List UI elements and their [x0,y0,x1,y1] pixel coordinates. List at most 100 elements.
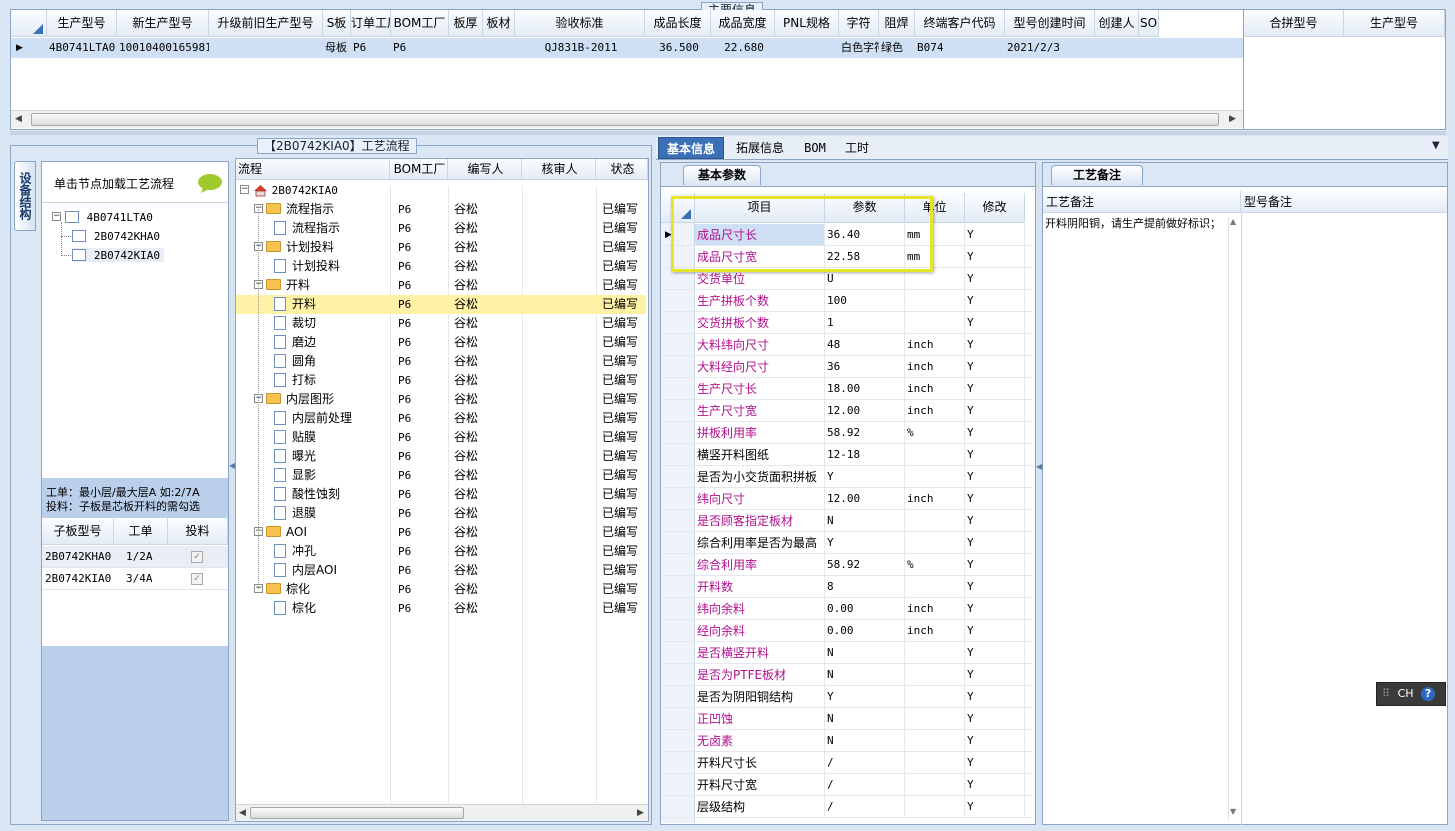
flow-tree-row[interactable]: 退膜 P6 谷松 已编写 [236,504,646,523]
flow-tree-row[interactable]: 打标 P6 谷松 已编写 [236,371,646,390]
flow-tree-row[interactable]: − 流程指示 P6 谷松 已编写 [236,200,646,219]
param-row[interactable]: 交货单位 U Y [661,268,1033,290]
main-cell[interactable]: 绿色 [879,38,915,58]
basic-params-tab[interactable]: 基本参数 [683,165,761,185]
flow-tree-row[interactable]: 内层前处理 P6 谷松 已编写 [236,409,646,428]
param-value[interactable]: 12-18 [825,444,905,465]
flow-hscrollbar[interactable]: ◀ ▶ [236,804,648,821]
sub-board-row[interactable]: 2B0742KHA0 1/2A ✓ [42,546,228,568]
main-cell[interactable]: QJ831B-2011 [515,38,645,58]
scroll-up-icon[interactable]: ▲ [1230,217,1236,226]
param-value[interactable]: N [825,642,905,663]
param-value[interactable]: 1 [825,312,905,333]
param-value[interactable]: 48 [825,334,905,355]
tab-bom[interactable]: BOM [796,137,834,159]
scroll-left-icon[interactable]: ◀ [15,114,22,124]
side-tab-device[interactable]: 设备结构 [14,161,36,231]
flow-tree-row[interactable]: 流程指示 P6 谷松 已编写 [236,219,646,238]
param-value[interactable]: / [825,752,905,773]
main-cell[interactable]: 10010400165981 [117,38,209,58]
param-value[interactable]: N [825,708,905,729]
param-value[interactable]: N [825,664,905,685]
param-row[interactable]: 正凹蚀 N Y [661,708,1033,730]
flow-tree-row[interactable]: 曝光 P6 谷松 已编写 [236,447,646,466]
param-value[interactable]: N [825,730,905,751]
param-row[interactable]: 交货拼板个数 1 Y [661,312,1033,334]
param-value[interactable]: Y [825,532,905,553]
param-row[interactable]: 开料数 8 Y [661,576,1033,598]
remark-vscrollbar[interactable]: ▲ ▼ [1228,217,1240,821]
h-splitter[interactable] [10,131,1446,135]
param-row[interactable]: 纬向尺寸 12.00 inch Y [661,488,1033,510]
main-cell[interactable] [1095,38,1139,58]
param-value[interactable]: Y [825,686,905,707]
param-row[interactable]: 综合利用率 58.92% Y [661,554,1033,576]
main-cell[interactable]: 22.680 [711,38,775,58]
param-row[interactable]: 经向余料 0.00 inch Y [661,620,1033,642]
feed-checkbox[interactable]: ✓ [191,551,203,563]
flow-tree-row[interactable]: 酸性蚀刻 P6 谷松 已编写 [236,485,646,504]
drag-handle-icon[interactable]: ⠿ [1382,687,1390,700]
param-value[interactable]: N [825,510,905,531]
main-cell[interactable] [209,38,323,58]
flow-tree-row[interactable]: 显影 P6 谷松 已编写 [236,466,646,485]
main-cell[interactable]: 白色字符 [839,38,879,58]
param-row[interactable]: 开料尺寸长 / Y [661,752,1033,774]
param-row[interactable]: 生产拼板个数 100 Y [661,290,1033,312]
main-cell[interactable]: 2021/2/3 [1005,38,1095,58]
param-row[interactable]: 成品尺寸长 36.40 mm Y [661,224,1033,246]
help-icon[interactable]: ? [1421,687,1436,701]
scroll-right-icon[interactable]: ▶ [637,808,644,818]
param-value[interactable]: 22.58 [825,246,905,267]
param-value[interactable]: 58.92 [825,422,905,443]
collapse-icon[interactable]: − [52,212,61,221]
main-cell[interactable] [483,38,515,58]
main-cell[interactable] [1139,38,1159,58]
flow-tree-row[interactable]: 磨边 P6 谷松 已编写 [236,333,646,352]
param-row[interactable]: 生产尺寸长 18.00 inch Y [661,378,1033,400]
param-value[interactable]: 18.00 [825,378,905,399]
scroll-right-icon[interactable]: ▶ [1229,114,1236,124]
param-row[interactable]: 综合利用率是否为最高 Y Y [661,532,1033,554]
param-value[interactable]: / [825,774,905,795]
main-cell[interactable]: B074 [915,38,1005,58]
flow-tree-row[interactable]: 圆角 P6 谷松 已编写 [236,352,646,371]
main-cell[interactable]: P6 [391,38,449,58]
flow-root[interactable]: − 2B0742KIA0 [236,181,646,200]
flow-tree-row[interactable]: 裁切 P6 谷松 已编写 [236,314,646,333]
scroll-left-icon[interactable]: ◀ [239,808,246,818]
model-tree-root[interactable]: − 4B0741LTA0 [52,210,153,224]
param-row[interactable]: 大料纬向尺寸 48 inch Y [661,334,1033,356]
flow-tree-row[interactable]: 棕化 P6 谷松 已编写 [236,599,646,618]
ime-toolbar[interactable]: ⠿ CH ? [1376,682,1446,706]
main-hscroll-thumb[interactable] [31,113,1219,126]
flow-tree-row[interactable]: − AOI P6 谷松 已编写 [236,523,646,542]
tab-basic-info[interactable]: 基本信息 [658,137,724,159]
main-hscrollbar[interactable]: ◀ ▶ [11,110,1243,128]
flow-tree-row[interactable]: 冲孔 P6 谷松 已编写 [236,542,646,561]
param-row[interactable]: 开料尺寸宽 / Y [661,774,1033,796]
param-value[interactable]: 12.00 [825,488,905,509]
param-value[interactable]: 36 [825,356,905,377]
model-tree-child[interactable]: 2B0742KHA0 [72,229,160,243]
sub-board-row[interactable]: 2B0742KIA0 3/4A ✓ [42,568,228,590]
tab-menu-icon[interactable]: ▼ [1432,140,1440,151]
param-row[interactable]: 生产尺寸宽 12.00 inch Y [661,400,1033,422]
tab-work-hours[interactable]: 工时 [840,137,874,159]
main-cell[interactable]: P6 [351,38,391,58]
param-row[interactable]: 无卤素 N Y [661,730,1033,752]
param-row[interactable]: 拼板利用率 58.92% Y [661,422,1033,444]
flow-tree-row[interactable]: 开料 P6 谷松 已编写 [236,295,646,314]
collapse-icon[interactable]: − [240,185,249,194]
param-value[interactable]: / [825,796,905,817]
remarks-tab[interactable]: 工艺备注 [1051,165,1143,185]
param-value[interactable]: U [825,268,905,289]
param-value[interactable]: Y [825,466,905,487]
param-value[interactable]: 36.40 [825,224,905,245]
param-row[interactable]: 横竖开料图纸 12-18 Y [661,444,1033,466]
param-value[interactable]: 8 [825,576,905,597]
param-row[interactable]: 成品尺寸宽 22.58 mm Y [661,246,1033,268]
flow-tree-row[interactable]: − 开料 P6 谷松 已编写 [236,276,646,295]
scroll-down-icon[interactable]: ▼ [1230,807,1236,816]
main-cell[interactable] [775,38,839,58]
